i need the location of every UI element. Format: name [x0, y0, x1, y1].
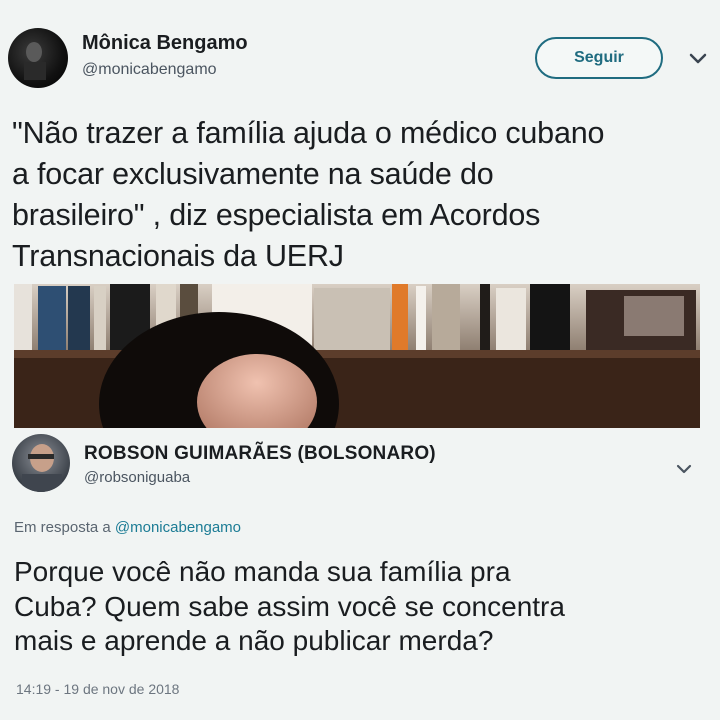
- reply-text: Porque você não manda sua família pra Cu…: [14, 556, 565, 656]
- tweet-header: Mônica Bengamo @monicabengamo Seguir: [0, 0, 720, 100]
- chevron-down-icon[interactable]: [675, 463, 693, 475]
- chevron-down-icon[interactable]: [688, 52, 708, 66]
- timestamp[interactable]: 14:19 - 19 de nov de 2018: [16, 681, 179, 697]
- reply-context: Em resposta a @monicabengamo: [14, 519, 241, 536]
- follow-button[interactable]: Seguir: [535, 37, 663, 79]
- tweet-text: "Não trazer a família ajuda o médico cub…: [12, 116, 605, 273]
- avatar[interactable]: [12, 434, 70, 492]
- author-handle[interactable]: @monicabengamo: [82, 61, 217, 79]
- tweet-media[interactable]: [14, 284, 700, 428]
- reply-author-handle[interactable]: @robsoniguaba: [84, 469, 190, 486]
- avatar[interactable]: [8, 28, 68, 88]
- author-name[interactable]: Mônica Bengamo: [82, 32, 248, 55]
- reply-author-name[interactable]: ROBSON GUIMARÃES (BOLSONARO): [84, 443, 436, 465]
- reply-mention-link[interactable]: @monicabengamo: [115, 519, 241, 536]
- reply-prefix: Em resposta a: [14, 519, 115, 536]
